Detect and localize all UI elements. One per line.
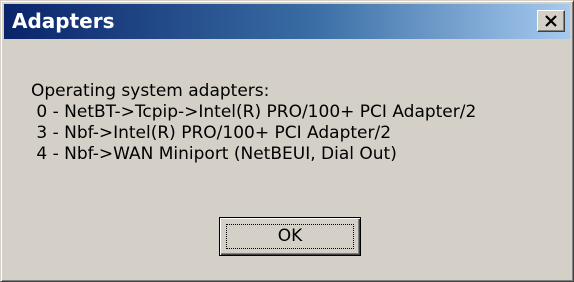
window-title: Adapters [12, 9, 115, 33]
close-icon [545, 15, 557, 27]
ok-button-label: OK [277, 226, 303, 246]
adapter-line: 0 - NetBT->Tcpip->Intel(R) PRO/100+ PCI … [31, 102, 477, 122]
close-button[interactable] [537, 10, 565, 32]
adapter-line: 4 - Nbf->WAN Miniport (NetBEUI, Dial Out… [31, 144, 397, 164]
adapters-dialog: Adapters Operating system adapters: 0 - … [0, 0, 574, 282]
message-heading: Operating system adapters: [31, 81, 270, 101]
ok-button[interactable]: OK [219, 217, 361, 256]
adapter-line: 3 - Nbf->Intel(R) PRO/100+ PCI Adapter/2 [31, 123, 392, 143]
adapter-list-message: Operating system adapters: 0 - NetBT->Tc… [31, 81, 476, 165]
title-bar[interactable]: Adapters [4, 4, 570, 39]
